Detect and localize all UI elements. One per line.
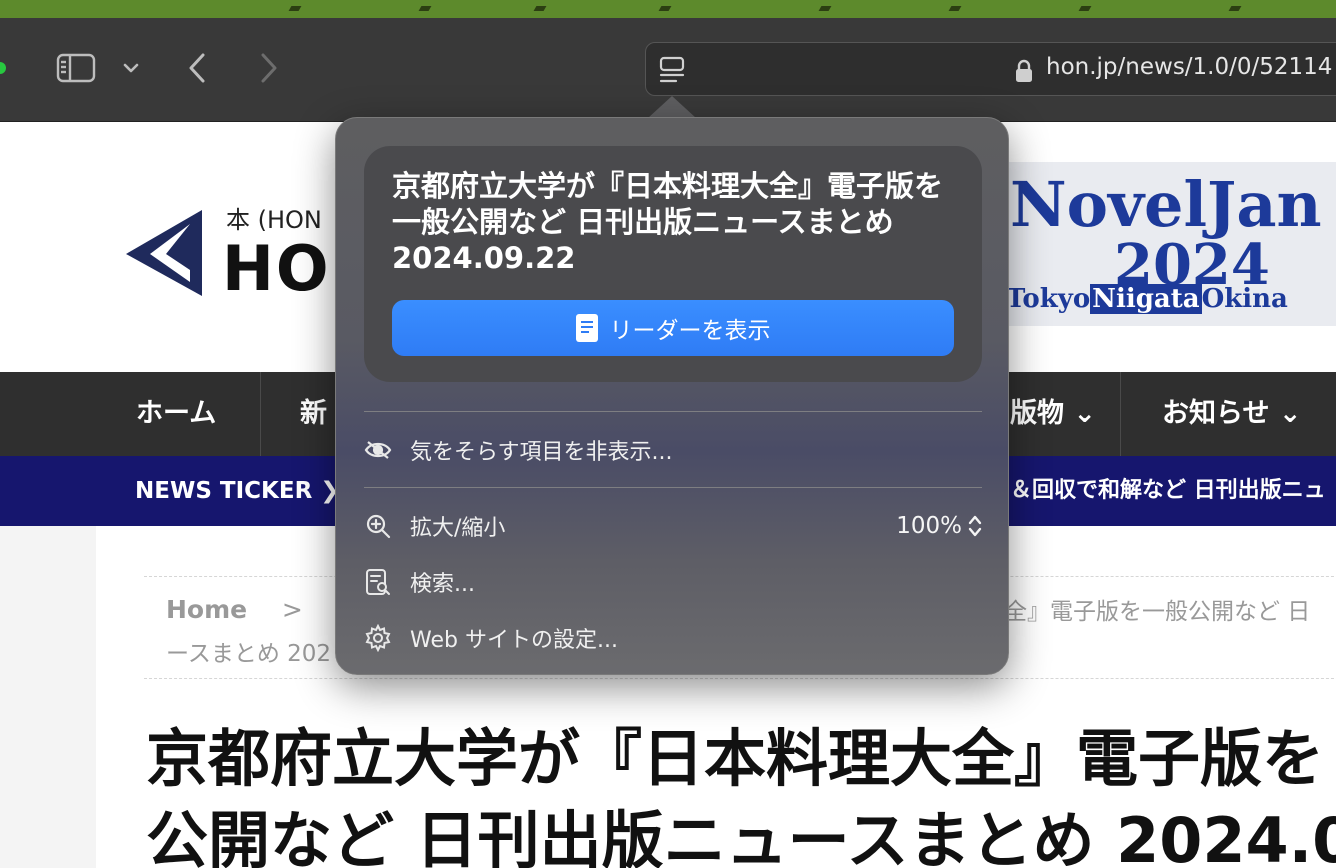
eye-slash-icon [364, 441, 392, 459]
zoom-label: 拡大/縮小 [410, 516, 506, 541]
banner-city-niigata: Niigata [1090, 284, 1202, 314]
up-down-chevron-icon [968, 515, 982, 537]
popover-arrow [648, 96, 696, 118]
menu-divider [364, 487, 982, 488]
hide-distracting-items-item[interactable]: 気をそらす項目を非表示... [364, 426, 982, 474]
nav-item-new[interactable]: 新 [300, 372, 327, 456]
banner-title: NovelJan [1010, 168, 1322, 241]
reader-card: 京都府立大学が『日本料理大全』電子版を一般公開など 日刊出版ニュースまとめ 20… [364, 146, 982, 382]
banner-city-okinawa: Okina [1201, 284, 1288, 314]
website-settings-item[interactable]: Web サイトの設定... [364, 614, 982, 662]
nav-item-home[interactable]: ホーム [136, 372, 216, 456]
banner-city-tokyo: Tokyo [1006, 284, 1091, 314]
breadcrumb-home[interactable]: Home [166, 595, 247, 624]
nav-divider [260, 372, 261, 456]
show-reader-label: リーダーを表示 [609, 318, 771, 344]
find-label: 検索... [410, 572, 475, 597]
url-text[interactable]: hon.jp/news/1.0/0/52114 [1046, 54, 1332, 80]
nav-item-publications[interactable]: 版物 ⌄ [1010, 372, 1096, 456]
hide-distracting-label: 気をそらす項目を非表示... [410, 440, 673, 465]
divider [144, 678, 1336, 679]
site-logo-icon[interactable] [126, 210, 206, 304]
forward-arrow-icon[interactable] [256, 52, 280, 84]
breadcrumb: Home > 日 [166, 590, 363, 626]
chevron-down-icon[interactable] [120, 58, 142, 78]
logo-subtitle: 本 (HON [226, 206, 322, 234]
back-arrow-icon[interactable] [186, 52, 210, 84]
desktop-background [0, 0, 1336, 18]
show-reader-button[interactable]: リーダーを表示 [392, 300, 954, 356]
nav-divider [1120, 372, 1121, 456]
article-title: 京都府立大学が『日本料理大全』電子版を 公開など 日刊出版ニュースまとめ 202… [146, 718, 1336, 868]
banner-cities: TokyoNiigataOkina [1006, 284, 1288, 314]
ticker-label: NEWS TICKER ❯ [135, 478, 340, 504]
breadcrumb-current: 全』電子版を一般公開など 日 [1004, 599, 1311, 625]
page-menu-icon[interactable] [658, 55, 686, 85]
logo-wordmark[interactable]: HO [222, 232, 331, 305]
noveljam-banner[interactable]: NovelJan 2024 TokyoNiigataOkina [1006, 162, 1336, 326]
menu-divider [364, 411, 982, 412]
zoom-stepper[interactable]: 100% [896, 502, 982, 550]
sidebar-toggle-icon[interactable] [56, 53, 96, 83]
zoom-in-icon [366, 514, 391, 539]
address-bar[interactable]: hon.jp/news/1.0/0/52114 [645, 42, 1336, 96]
nav-item-news[interactable]: お知らせ ⌄ [1162, 372, 1301, 456]
article-title-line: 京都府立大学が『日本料理大全』電子版を [146, 722, 1325, 795]
zoom-item[interactable]: 拡大/縮小 100% [364, 502, 982, 550]
find-in-page-icon [366, 569, 390, 595]
gear-icon [365, 624, 391, 652]
find-item[interactable]: 検索... [364, 558, 982, 606]
popover-page-title: 京都府立大学が『日本料理大全』電子版を一般公開など 日刊出版ニュースまとめ 20… [392, 169, 944, 275]
document-icon [575, 314, 598, 342]
breadcrumb-separator: > [281, 595, 303, 624]
breadcrumb-current-wrap: ースまとめ 202 [166, 641, 332, 667]
zoom-value: 100% [896, 513, 962, 539]
article-title-line: 公開など 日刊出版ニュースまとめ 2024.0 [146, 804, 1336, 868]
window-zoom-button[interactable] [0, 62, 6, 74]
page-menu-popover: 京都府立大学が『日本料理大全』電子版を一般公開など 日刊出版ニュースまとめ 20… [335, 117, 1009, 675]
website-settings-label: Web サイトの設定... [410, 628, 618, 653]
lock-icon [1014, 59, 1034, 83]
ticker-headline[interactable]: ＆回収で和解など 日刊出版ニュ [1010, 456, 1326, 526]
